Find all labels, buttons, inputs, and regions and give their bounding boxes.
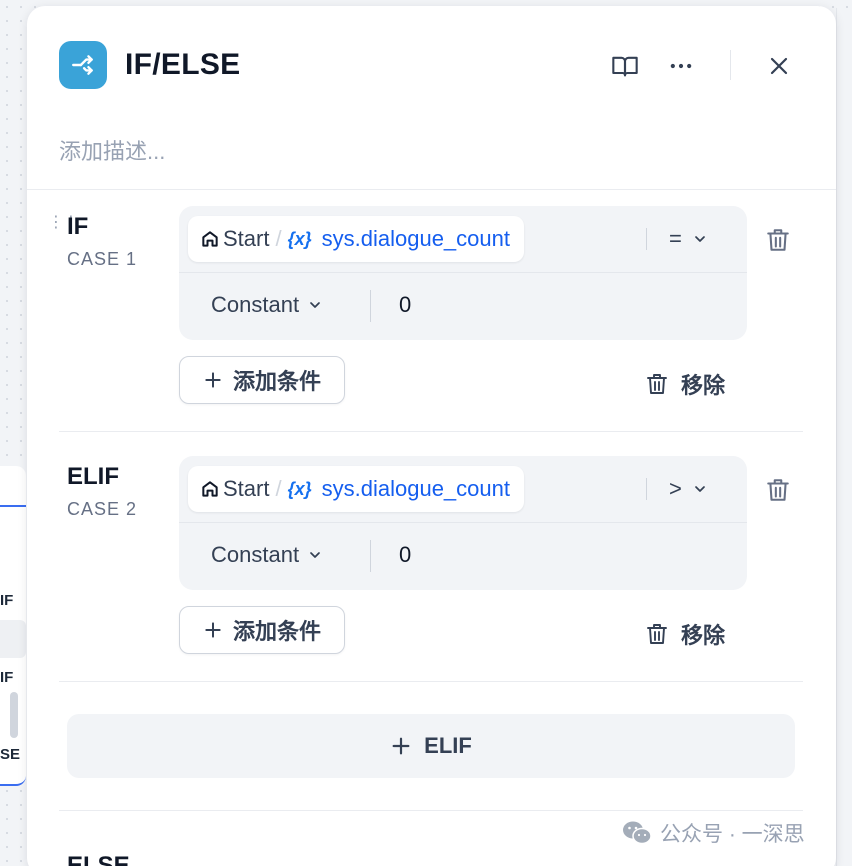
add-condition-label: 添加条件 xyxy=(232,369,321,394)
remove-case-button[interactable]: 移除 xyxy=(645,618,725,650)
value-type-label: Constant xyxy=(211,542,300,567)
add-elif-button[interactable]: ELIF xyxy=(67,714,795,778)
operator-value: = xyxy=(669,226,682,251)
more-horizontal-icon[interactable] xyxy=(665,50,697,82)
value-type-label: Constant xyxy=(211,292,300,317)
else-label: ELSE xyxy=(67,852,130,866)
plus-icon xyxy=(205,622,221,638)
plus-icon xyxy=(392,737,410,755)
operator-dropdown[interactable]: > xyxy=(669,476,708,502)
trash-icon xyxy=(767,229,789,251)
plus-icon xyxy=(205,372,221,388)
wechat-icon xyxy=(623,821,652,845)
panel-header: IF/ELSE xyxy=(27,6,836,126)
trash-icon xyxy=(767,479,789,501)
watermark-text: 公众号 · 一深思 xyxy=(660,823,805,846)
variable-icon: {x} xyxy=(287,228,312,249)
case-label: ELIF xyxy=(67,463,119,490)
chevron-down-icon xyxy=(310,302,320,308)
case-divider xyxy=(59,431,803,432)
operator-separator xyxy=(646,228,647,250)
add-elif-label: ELIF xyxy=(424,733,472,758)
condition-divider xyxy=(179,272,747,273)
variable-icon: {x} xyxy=(287,478,312,499)
add-condition-label: 添加条件 xyxy=(232,619,321,644)
add-condition-button[interactable]: 添加条件 xyxy=(179,606,345,654)
case-sublabel: CASE 1 xyxy=(67,249,138,269)
case-label: IF xyxy=(67,213,89,240)
header-separator xyxy=(730,50,731,80)
chevron-down-icon xyxy=(694,486,705,492)
condition-box: Start / {x} sys.dialogue_count = Constan… xyxy=(179,206,747,340)
condition-box: Start / {x} sys.dialogue_count > Constan… xyxy=(179,456,747,590)
case-sublabel: CASE 2 xyxy=(67,499,138,519)
chevron-down-icon xyxy=(694,236,705,242)
value-separator xyxy=(370,290,371,322)
variable-name: sys.dialogue_count xyxy=(321,226,510,251)
case-divider xyxy=(59,681,803,682)
operator-dropdown[interactable]: = xyxy=(669,226,708,252)
operator-value: > xyxy=(669,476,682,501)
path-separator: / xyxy=(275,226,282,251)
home-icon xyxy=(202,481,218,497)
header-divider xyxy=(27,189,836,190)
value-type-dropdown[interactable]: Constant xyxy=(211,542,323,568)
variable-source: Start xyxy=(223,226,270,251)
remove-label: 移除 xyxy=(681,623,726,648)
case-divider xyxy=(59,810,803,811)
node-settings-panel: IF/ELSE 添加描述... ⋮⋮ IF CASE 1 Start / {x}… xyxy=(27,6,836,866)
delete-condition-button[interactable] xyxy=(763,475,793,505)
canvas-scrollbar[interactable] xyxy=(10,692,18,738)
trash-icon xyxy=(647,624,667,644)
canvas-node-label: SE xyxy=(0,746,21,763)
home-icon xyxy=(202,231,218,247)
add-condition-button[interactable]: 添加条件 xyxy=(179,356,345,404)
canvas-node-label: IF xyxy=(0,669,14,686)
chevron-down-icon xyxy=(310,552,320,558)
delete-condition-button[interactable] xyxy=(763,225,793,255)
value-separator xyxy=(370,540,371,572)
panel-title: IF/ELSE xyxy=(125,48,241,81)
canvas-edge xyxy=(0,505,26,507)
remove-case-button[interactable]: 移除 xyxy=(645,368,725,400)
close-icon[interactable] xyxy=(763,50,795,82)
right-scroll-strip xyxy=(836,8,852,866)
variable-name: sys.dialogue_count xyxy=(321,476,510,501)
watermark: 公众号 · 一深思 xyxy=(622,818,805,848)
path-separator: / xyxy=(275,476,282,501)
remove-label: 移除 xyxy=(681,373,726,398)
variable-selector[interactable]: Start / {x} sys.dialogue_count xyxy=(188,466,524,512)
variable-source: Start xyxy=(223,476,270,501)
trash-icon xyxy=(647,374,667,394)
value-input[interactable]: 0 xyxy=(399,542,411,568)
variable-selector[interactable]: Start / {x} sys.dialogue_count xyxy=(188,216,524,262)
branch-icon xyxy=(59,41,107,89)
node-handle-dots[interactable]: ·· xyxy=(0,474,3,492)
book-icon[interactable] xyxy=(609,50,641,82)
description-input[interactable]: 添加描述... xyxy=(59,134,165,166)
canvas-node-label: IF xyxy=(0,592,14,609)
value-input[interactable]: 0 xyxy=(399,292,411,318)
condition-divider xyxy=(179,522,747,523)
canvas-node-box xyxy=(0,620,26,658)
value-type-dropdown[interactable]: Constant xyxy=(211,292,323,318)
operator-separator xyxy=(646,478,647,500)
